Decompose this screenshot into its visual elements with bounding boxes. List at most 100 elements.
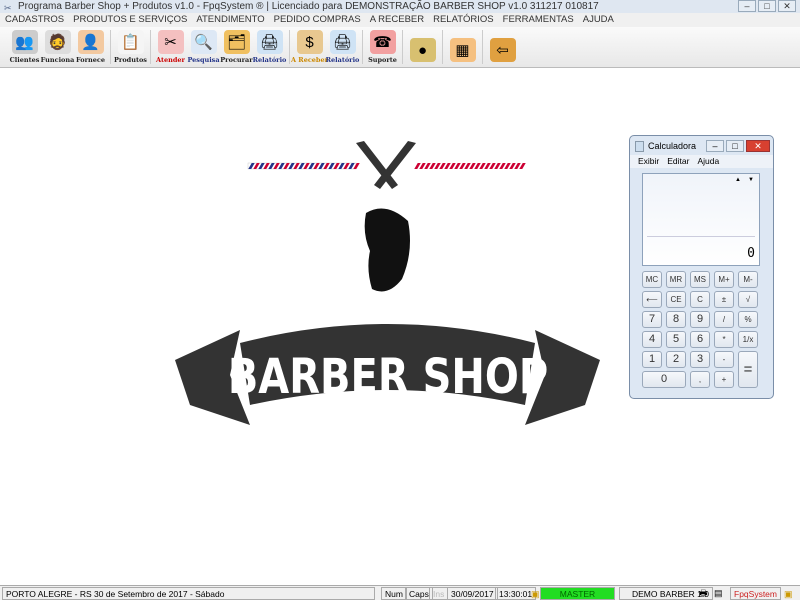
calc-key[interactable]: CE xyxy=(666,291,686,308)
barber-stripe xyxy=(469,163,476,169)
calc-key[interactable]: ⟵ xyxy=(642,291,662,308)
toolbar-separator xyxy=(362,30,363,64)
toolbar-button[interactable]: ☎ Suporte xyxy=(366,27,399,67)
calc-key[interactable]: - xyxy=(714,351,734,368)
calc-key[interactable]: % xyxy=(738,311,758,328)
calc-key[interactable]: + xyxy=(714,371,734,388)
barber-shop-logo: BARBER SHOP xyxy=(175,141,600,425)
calculator-title: Calculadora xyxy=(648,141,697,151)
toolbar-button[interactable]: ● xyxy=(406,27,439,67)
calc-maximize-button[interactable]: □ xyxy=(726,140,744,152)
toolbar-button[interactable]: ⇦ xyxy=(486,27,519,67)
calc-key[interactable]: = xyxy=(738,351,758,388)
user-icon: ▣ xyxy=(784,589,793,599)
calc-key[interactable]: √ xyxy=(738,291,758,308)
calc-key[interactable]: 0 xyxy=(642,371,686,388)
toolbar-separator xyxy=(150,30,151,64)
toolbar-label: Clientes xyxy=(9,56,40,64)
calc-close-button[interactable]: ✕ xyxy=(746,140,770,152)
barber-stripe xyxy=(419,163,426,169)
menu-item[interactable]: FERRAMENTAS xyxy=(503,13,574,27)
toolbar-label: Atender xyxy=(156,56,185,64)
toolbar-button[interactable]: 🖨 Relatório xyxy=(253,27,286,67)
status-user: MASTER xyxy=(540,587,615,600)
barber-stripe xyxy=(459,163,466,169)
toolbar-button[interactable]: $ A Receber xyxy=(291,27,328,67)
calc-minimize-button[interactable]: – xyxy=(706,140,724,152)
calc-key[interactable]: MC xyxy=(642,271,662,288)
calc-key[interactable]: MR xyxy=(666,271,686,288)
calc-key[interactable]: M+ xyxy=(714,271,734,288)
toolbar-button[interactable]: 👥 Clientes xyxy=(8,27,41,67)
toolbar-button[interactable]: 🖨 Relatório xyxy=(326,27,359,67)
calculator-icon xyxy=(635,141,644,152)
status-brand: FpqSystem xyxy=(730,587,781,600)
menu-item[interactable]: RELATÓRIOS xyxy=(433,13,494,27)
window-title: Programa Barber Shop + Produtos v1.0 - F… xyxy=(18,1,599,12)
bearded-face-icon xyxy=(364,208,410,292)
calc-key[interactable]: 1 xyxy=(642,351,662,368)
menu-item[interactable]: AJUDA xyxy=(583,13,614,27)
toolbar-button[interactable]: 👤 Fornece xyxy=(74,27,107,67)
calc-key[interactable]: 1/x xyxy=(738,331,758,348)
barber-stripe xyxy=(424,163,431,169)
title-bar: ✂ Programa Barber Shop + Produtos v1.0 - … xyxy=(0,0,800,13)
calc-key[interactable]: C xyxy=(690,291,710,308)
calc-key[interactable]: 5 xyxy=(666,331,686,348)
calc-key[interactable]: 6 xyxy=(690,331,710,348)
calc-menu-item[interactable]: Exibir xyxy=(638,155,659,168)
calc-menu-item[interactable]: Ajuda xyxy=(697,155,719,168)
barber-stripe xyxy=(489,163,496,169)
barber-stripe xyxy=(479,163,486,169)
calc-menu-item[interactable]: Editar xyxy=(667,155,689,168)
toolbar-separator xyxy=(442,30,443,64)
history-up-icon[interactable]: ▲ xyxy=(735,177,741,183)
calc-key[interactable]: 7 xyxy=(642,311,662,328)
calc-key[interactable]: / xyxy=(714,311,734,328)
status-date: 30/09/2017 xyxy=(447,587,498,600)
menu-item[interactable]: ATENDIMENTO xyxy=(196,13,264,27)
barber-stripe xyxy=(514,163,521,169)
calc-key[interactable]: ± xyxy=(714,291,734,308)
printer-icon[interactable]: 🖶 xyxy=(699,587,708,599)
calculator-display: ▲ ▼ 0 xyxy=(642,173,760,266)
calc-key[interactable]: 2 xyxy=(666,351,686,368)
toolbar-button[interactable]: 🔍 Pesquisa xyxy=(187,27,220,67)
folder-icon: 🗂 xyxy=(223,30,250,54)
calc-key[interactable]: 9 xyxy=(690,311,710,328)
toolbar-button[interactable]: ✂ Atender xyxy=(154,27,187,67)
menu-item[interactable]: PEDIDO COMPRAS xyxy=(274,13,361,27)
calc-key[interactable]: * xyxy=(714,331,734,348)
calculator-menu: Exibir Editar Ajuda xyxy=(630,155,773,168)
calc-key[interactable]: , xyxy=(690,371,710,388)
menu-item[interactable]: A RECEBER xyxy=(370,13,424,27)
toolbar-separator xyxy=(402,30,403,64)
minimize-button[interactable]: – xyxy=(738,0,756,12)
barber-stripe xyxy=(444,163,451,169)
calc-key[interactable]: 4 xyxy=(642,331,662,348)
menu-item[interactable]: CADASTROS xyxy=(5,13,64,27)
toolbar-button[interactable]: 🗂 Procurar xyxy=(220,27,253,67)
exit-icon: ⇦ xyxy=(489,38,516,62)
barber-stripe xyxy=(494,163,501,169)
barber-stripe xyxy=(509,163,516,169)
support-icon: ☎ xyxy=(369,30,396,54)
display-value: 0 xyxy=(747,246,755,261)
toolbar-separator xyxy=(110,30,111,64)
maximize-button[interactable]: □ xyxy=(758,0,776,12)
calc-key[interactable]: M- xyxy=(738,271,758,288)
monitor-icon[interactable]: ▤ xyxy=(714,587,723,599)
history-down-icon[interactable]: ▼ xyxy=(748,177,754,183)
toolbar-button[interactable]: 🧔 Funciona xyxy=(41,27,74,67)
toolbar-label: Fornece xyxy=(76,56,105,64)
calc-key[interactable]: MS xyxy=(690,271,710,288)
calc-key[interactable]: 8 xyxy=(666,311,686,328)
close-button[interactable]: ✕ xyxy=(778,0,796,12)
calc-key[interactable]: 3 xyxy=(690,351,710,368)
toolbar-button[interactable]: ▦ xyxy=(446,27,479,67)
logo-text: BARBER SHOP xyxy=(228,350,548,405)
toolbar-button[interactable]: 📋 Produtos xyxy=(114,27,147,67)
barber-stripe xyxy=(499,163,506,169)
menu-item[interactable]: PRODUTOS E SERVIÇOS xyxy=(73,13,187,27)
printer-icon: 🖨 xyxy=(329,30,356,54)
